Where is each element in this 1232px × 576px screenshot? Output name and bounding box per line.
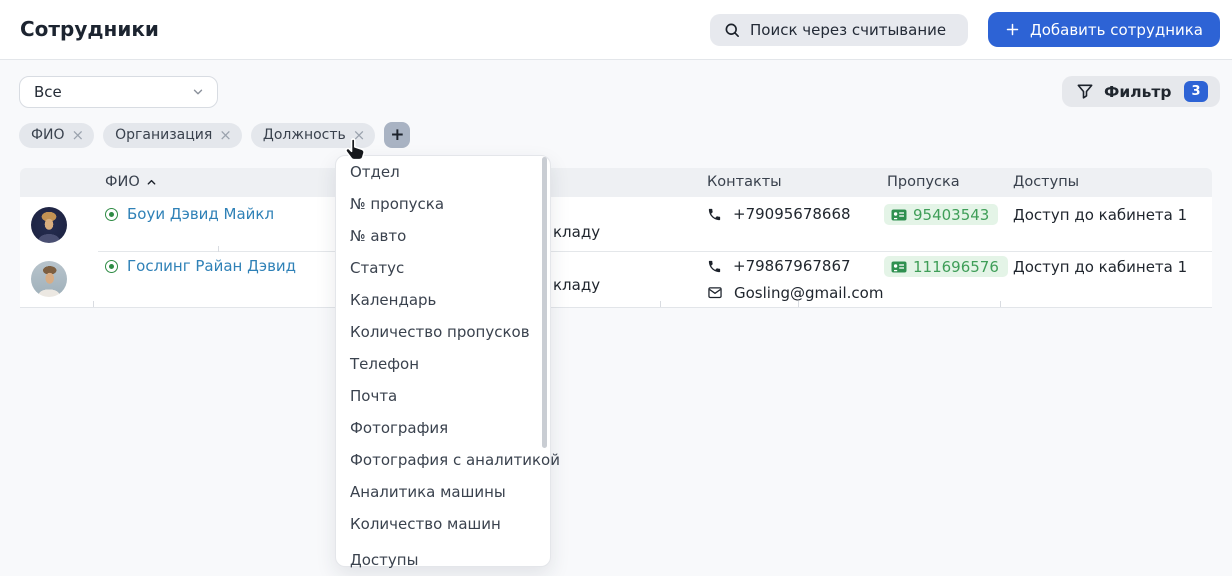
column-header-passes[interactable]: Пропуска [887, 174, 960, 190]
status-active-icon [105, 208, 118, 221]
add-employee-button[interactable]: Добавить сотрудника [988, 12, 1220, 47]
phone-number: +79867967867 [733, 257, 851, 275]
add-employee-label: Добавить сотрудника [1030, 21, 1203, 39]
menu-item-car-analytics[interactable]: Аналитика машины [336, 476, 550, 508]
status-active-icon [105, 260, 118, 273]
scan-search-button[interactable]: Поиск через считывание [710, 14, 968, 46]
menu-item-status[interactable]: Статус [336, 252, 550, 284]
scope-select-value: Все [34, 83, 62, 101]
menu-item-pass-number[interactable]: № пропуска [336, 188, 550, 220]
obscured-cell-text: кладу [553, 223, 600, 241]
top-bar: Сотрудники Поиск через считывание Добави… [0, 0, 1232, 60]
column-header-label: Пропуска [887, 174, 960, 190]
column-options-list: Отдел № пропуска № авто Статус Календарь… [336, 156, 550, 576]
add-column-dropdown-menu: Отдел № пропуска № авто Статус Календарь… [335, 155, 551, 567]
menu-item-access[interactable]: Доступы [336, 544, 550, 576]
scrollbar-thumb[interactable] [542, 157, 547, 448]
email-icon [707, 286, 723, 300]
plus-icon: + [390, 125, 404, 145]
access-value: Доступ до кабинета 1 [1013, 258, 1187, 276]
menu-item-mail[interactable]: Почта [336, 380, 550, 412]
menu-item-car-count[interactable]: Количество машин [336, 508, 550, 540]
employee-name-link[interactable]: Боуи Дэвид Майкл [127, 205, 274, 223]
table-row[interactable]: Боуи Дэвид Майкл кладу +79095678668 954 [20, 197, 1212, 252]
email-row: Gosling@gmail.com [707, 284, 883, 302]
page-title: Сотрудники [20, 17, 159, 41]
pass-badge: 95403543 [884, 204, 998, 225]
filter-chip-position[interactable]: Должность × [251, 123, 375, 148]
menu-item-photo[interactable]: Фотография [336, 412, 550, 444]
funnel-icon [1075, 82, 1095, 102]
table-row[interactable]: Гослинг Райан Дэвид кладу +79867967867 G… [20, 252, 1212, 307]
menu-item-photo-analytics[interactable]: Фотография с аналитикой [336, 444, 550, 476]
id-card-icon [891, 261, 907, 273]
menu-item-otdel[interactable]: Отдел [336, 156, 550, 188]
avatar [31, 261, 67, 297]
phone-number: +79095678668 [733, 205, 851, 223]
column-header-access[interactable]: Доступы [1013, 174, 1079, 190]
menu-item-calendar[interactable]: Календарь [336, 284, 550, 316]
column-header-contacts[interactable]: Контакты [707, 174, 782, 190]
filter-count-badge: 3 [1184, 81, 1208, 102]
scope-select[interactable]: Все [19, 76, 218, 108]
filter-chips-row: ФИО × Организация × Должность × + [19, 122, 410, 148]
table-header-row: ФИО Контакты Пропуска Доступы [20, 168, 1212, 197]
column-boundary-tick [798, 301, 799, 307]
id-card-icon [891, 209, 907, 221]
column-header-label: ФИО [105, 174, 140, 190]
phone-row: +79867967867 [707, 257, 851, 275]
obscured-cell-text: кладу [553, 276, 600, 294]
pass-number: 111696576 [913, 258, 999, 276]
phone-row: +79095678668 [707, 205, 851, 223]
close-icon[interactable]: × [219, 128, 232, 143]
pass-number: 95403543 [913, 206, 989, 224]
email-address: Gosling@gmail.com [734, 284, 883, 302]
employees-page: Сотрудники Поиск через считывание Добави… [0, 0, 1232, 556]
search-icon [723, 21, 741, 39]
filter-label: Фильтр [1104, 83, 1171, 101]
filter-chip-organization[interactable]: Организация × [103, 123, 242, 148]
access-value: Доступ до кабинета 1 [1013, 206, 1187, 224]
row-divider [98, 251, 1212, 252]
phone-icon [707, 259, 722, 274]
menu-item-pass-count[interactable]: Количество пропусков [336, 316, 550, 348]
scan-search-label: Поиск через считывание [750, 21, 946, 39]
filter-chip-label: Должность [263, 127, 346, 143]
menu-item-auto-number[interactable]: № авто [336, 220, 550, 252]
column-header-label: Доступы [1013, 174, 1079, 190]
column-boundary-tick [93, 301, 94, 307]
sort-ascending-icon [146, 177, 157, 188]
column-header-label: Контакты [707, 174, 782, 190]
chevron-down-icon [191, 85, 205, 99]
column-boundary-tick [1000, 301, 1001, 307]
column-header-fio[interactable]: ФИО [105, 174, 157, 190]
column-boundary-tick [660, 301, 661, 307]
add-column-chip-button[interactable]: + [384, 122, 410, 148]
table-bottom-border [20, 307, 1212, 308]
phone-icon [707, 207, 722, 222]
employee-name-link[interactable]: Гослинг Райан Дэвид [127, 257, 296, 275]
column-boundary-tick [218, 246, 219, 252]
filter-button[interactable]: Фильтр 3 [1062, 76, 1220, 107]
menu-item-phone[interactable]: Телефон [336, 348, 550, 380]
filter-chip-label: ФИО [31, 127, 65, 143]
plus-icon [1005, 22, 1020, 37]
filter-chip-fio[interactable]: ФИО × [19, 123, 94, 148]
close-icon[interactable]: × [353, 128, 366, 143]
filter-chip-label: Организация [115, 127, 212, 143]
avatar [31, 207, 67, 243]
close-icon[interactable]: × [72, 128, 85, 143]
pass-badge: 111696576 [884, 256, 1008, 277]
